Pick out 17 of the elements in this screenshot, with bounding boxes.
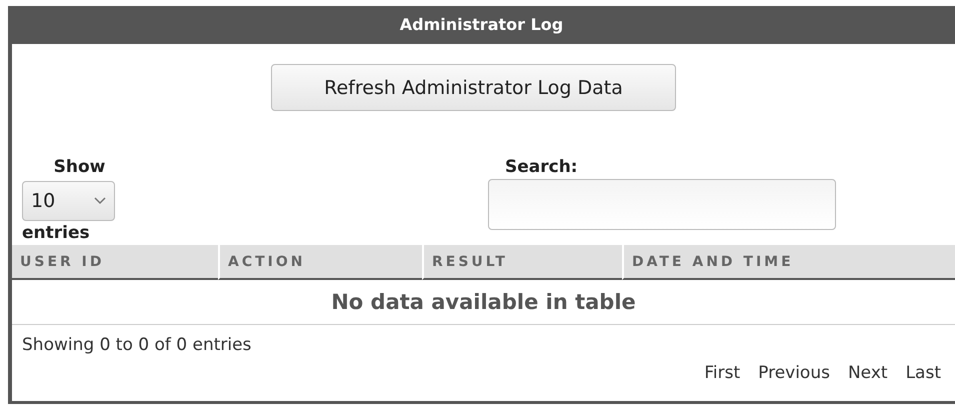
column-header[interactable]: DATE AND TIME: [622, 245, 955, 280]
entries-label: entries: [22, 223, 91, 243]
column-header[interactable]: RESULT: [422, 245, 622, 280]
pagination-link[interactable]: Last: [906, 363, 941, 383]
pagination-link[interactable]: Previous: [758, 363, 830, 383]
table-info: Showing 0 to 0 of 0 entries: [22, 335, 252, 355]
pagination-link[interactable]: First: [704, 363, 740, 383]
search-label: Search:: [505, 157, 579, 177]
column-header[interactable]: ACTION: [218, 245, 422, 280]
refresh-button[interactable]: Refresh Administrator Log Data: [271, 64, 676, 111]
search-field[interactable]: [488, 179, 836, 230]
entries-select[interactable]: 10: [22, 181, 115, 221]
chevron-icon: [94, 197, 106, 205]
empty-message: No data available in table: [331, 290, 636, 314]
show-label: Show: [54, 157, 106, 177]
pagination-link[interactable]: Next: [848, 363, 888, 383]
column-header[interactable]: USER ID: [12, 245, 218, 280]
